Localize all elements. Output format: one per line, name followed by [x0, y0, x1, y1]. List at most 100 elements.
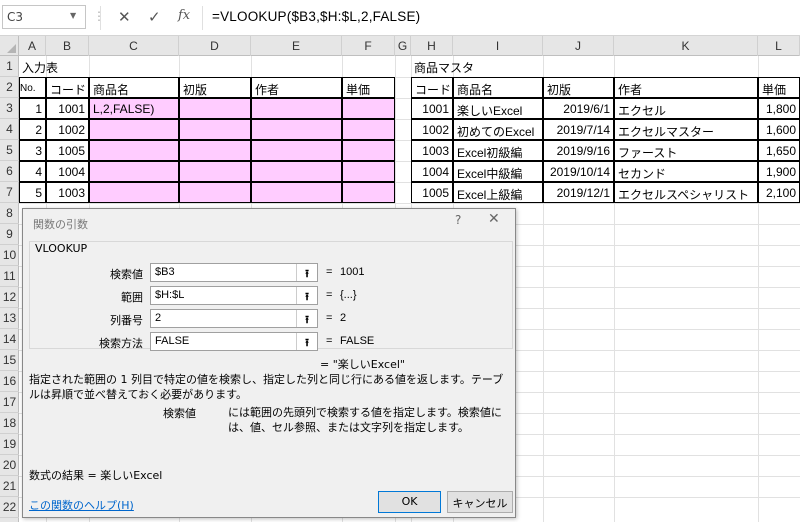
chevron-down-icon[interactable]: ▼ — [70, 11, 76, 20]
master-cell-name[interactable]: Excel上級編 — [453, 182, 543, 203]
input-header-name[interactable]: 商品名 — [89, 77, 179, 98]
input-cell-no[interactable]: 4 — [19, 161, 46, 182]
row-header[interactable]: 19 — [0, 434, 19, 455]
master-cell-author[interactable]: エクセルマスター — [614, 119, 758, 140]
column-header-l[interactable]: L — [758, 36, 800, 56]
input-cell[interactable] — [89, 161, 179, 182]
master-cell-price[interactable]: 1,650 — [758, 140, 800, 161]
input-header-author[interactable]: 作者 — [251, 77, 342, 98]
row-header[interactable]: 12 — [0, 287, 19, 308]
row-header[interactable]: 5 — [0, 140, 19, 161]
master-header-price[interactable]: 単価 — [758, 77, 800, 98]
master-cell-name[interactable]: Excel初級編 — [453, 140, 543, 161]
input-header-code[interactable]: コード — [46, 77, 89, 98]
master-cell-code[interactable]: 1005 — [411, 182, 453, 203]
input-cell-code[interactable]: 1003 — [46, 182, 89, 203]
input-cell-code[interactable]: 1005 — [46, 140, 89, 161]
input-cell[interactable] — [342, 140, 395, 161]
column-header-h[interactable]: H — [411, 36, 453, 56]
row-header[interactable]: 15 — [0, 350, 19, 371]
input-cell[interactable] — [251, 161, 342, 182]
master-cell-price[interactable]: 2,100 — [758, 182, 800, 203]
master-cell-price[interactable]: 1,800 — [758, 98, 800, 119]
row-header[interactable]: 18 — [0, 413, 19, 434]
arg-input-range-lookup[interactable]: FALSE — [150, 332, 318, 351]
master-header-author[interactable]: 作者 — [614, 77, 758, 98]
input-cell[interactable] — [179, 98, 251, 119]
input-cell[interactable] — [342, 161, 395, 182]
function-help-link[interactable]: この関数のヘルプ(H) — [29, 497, 134, 513]
help-icon[interactable]: ? — [455, 213, 461, 227]
input-cell-code[interactable]: 1001 — [46, 98, 89, 119]
master-cell-author[interactable]: ファースト — [614, 140, 758, 161]
collapse-dialog-icon[interactable]: ⭱ — [296, 287, 317, 304]
input-table-title[interactable]: 入力表 — [19, 56, 89, 77]
master-cell-author[interactable]: セカンド — [614, 161, 758, 182]
input-cell[interactable] — [179, 182, 251, 203]
close-icon[interactable]: ✕ — [488, 211, 500, 227]
input-cell[interactable] — [251, 182, 342, 203]
column-header-c[interactable]: C — [89, 36, 179, 56]
column-header-k[interactable]: K — [614, 36, 758, 56]
input-cell[interactable] — [251, 119, 342, 140]
arg-input-lookup-value[interactable]: $B3 — [150, 263, 318, 282]
input-cell-no[interactable]: 5 — [19, 182, 46, 203]
master-header-name[interactable]: 商品名 — [453, 77, 543, 98]
row-header[interactable]: 1 — [0, 56, 19, 77]
master-cell-code[interactable]: 1001 — [411, 98, 453, 119]
master-table-title[interactable]: 商品マスタ — [411, 56, 511, 77]
input-cell[interactable] — [342, 119, 395, 140]
column-header-b[interactable]: B — [46, 36, 89, 56]
master-cell-price[interactable]: 1,900 — [758, 161, 800, 182]
collapse-dialog-icon[interactable]: ⭱ — [296, 333, 317, 350]
column-header-d[interactable]: D — [179, 36, 251, 56]
master-cell-name[interactable]: 楽しいExcel — [453, 98, 543, 119]
row-header[interactable]: 2 — [0, 77, 19, 98]
row-header[interactable]: 10 — [0, 245, 19, 266]
ok-button[interactable]: OK — [378, 491, 441, 513]
input-header-date[interactable]: 初版 — [179, 77, 251, 98]
input-header-price[interactable]: 単価 — [342, 77, 395, 98]
row-header[interactable]: 17 — [0, 392, 19, 413]
row-header[interactable]: 21 — [0, 476, 19, 497]
master-cell-date[interactable]: 2019/10/14 — [543, 161, 614, 182]
row-header[interactable]: 20 — [0, 455, 19, 476]
row-header[interactable]: 9 — [0, 224, 19, 245]
master-cell-author[interactable]: エクセルスペシャリスト — [614, 182, 758, 203]
column-header-i[interactable]: I — [453, 36, 543, 56]
input-cell[interactable] — [342, 182, 395, 203]
column-header-e[interactable]: E — [251, 36, 342, 56]
master-cell-code[interactable]: 1002 — [411, 119, 453, 140]
master-cell-date[interactable]: 2019/6/1 — [543, 98, 614, 119]
column-header-a[interactable]: A — [19, 36, 46, 56]
input-cell[interactable] — [89, 182, 179, 203]
collapse-dialog-icon[interactable]: ⭱ — [296, 264, 317, 281]
row-header[interactable]: 13 — [0, 308, 19, 329]
column-header-f[interactable]: F — [342, 36, 395, 56]
master-cell-date[interactable]: 2019/9/16 — [543, 140, 614, 161]
master-cell-name[interactable]: Excel中級編 — [453, 161, 543, 182]
collapse-dialog-icon[interactable]: ⭱ — [296, 310, 317, 327]
cancel-icon[interactable]: ✕ — [118, 8, 131, 26]
column-header-g[interactable]: G — [395, 36, 411, 56]
insert-function-icon[interactable]: fx — [178, 8, 190, 23]
master-cell-author[interactable]: エクセル — [614, 98, 758, 119]
row-header[interactable]: 6 — [0, 161, 19, 182]
row-header[interactable]: 4 — [0, 119, 19, 140]
row-header[interactable]: 16 — [0, 371, 19, 392]
row-header[interactable]: 8 — [0, 203, 19, 224]
input-cell[interactable] — [179, 119, 251, 140]
row-header[interactable]: 22 — [0, 497, 19, 518]
enter-icon[interactable]: ✓ — [148, 8, 161, 26]
master-cell-code[interactable]: 1003 — [411, 140, 453, 161]
input-cell[interactable] — [89, 140, 179, 161]
master-cell-price[interactable]: 1,600 — [758, 119, 800, 140]
row-header[interactable]: 11 — [0, 266, 19, 287]
input-cell[interactable] — [179, 140, 251, 161]
master-cell-date[interactable]: 2019/7/14 — [543, 119, 614, 140]
row-header[interactable]: 7 — [0, 182, 19, 203]
row-header[interactable]: 14 — [0, 329, 19, 350]
input-cell[interactable] — [251, 98, 342, 119]
master-cell-name[interactable]: 初めてのExcel — [453, 119, 543, 140]
master-cell-date[interactable]: 2019/12/1 — [543, 182, 614, 203]
